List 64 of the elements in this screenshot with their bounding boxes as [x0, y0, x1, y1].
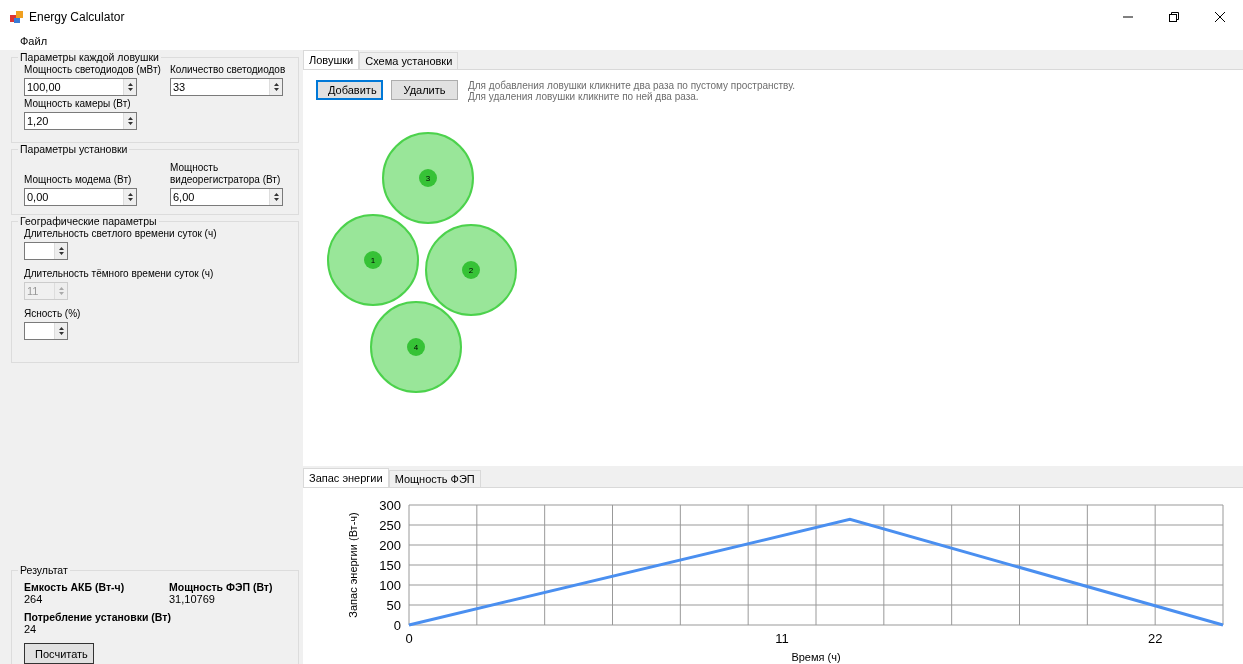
calculate-button[interactable]: Посчитать: [24, 643, 94, 664]
tab[interactable]: Мощность ФЭП: [388, 470, 481, 487]
field-label: Количество светодиодов: [170, 64, 287, 76]
spinner-arrows-icon[interactable]: [123, 113, 136, 129]
y-tick-label: 300: [379, 498, 401, 513]
x-axis-title: Время (ч): [791, 651, 841, 663]
tab[interactable]: Запас энергии: [303, 468, 389, 487]
field-label: Длительность светлого времени суток (ч): [24, 228, 218, 240]
y-tick-label: 0: [393, 618, 401, 633]
field-label: Ясность (%): [24, 308, 82, 320]
tab[interactable]: Ловушки: [303, 50, 360, 69]
field-label: Мощность камеры (Вт): [24, 98, 132, 110]
y-tick-label: 100: [379, 578, 401, 593]
number-field[interactable]: 100,00: [24, 78, 137, 96]
trap-number: 2: [462, 261, 480, 279]
spinner-arrows-icon[interactable]: [54, 243, 67, 259]
y-tick-label: 150: [379, 558, 401, 573]
action-button[interactable]: Удалить: [391, 80, 458, 100]
result-value: 31,10769: [169, 593, 216, 605]
number-field[interactable]: 33: [170, 78, 283, 96]
y-tick-label: 50: [386, 598, 401, 613]
trap-circle[interactable]: 4: [370, 301, 462, 393]
spinner-arrows-icon[interactable]: [123, 189, 136, 205]
trap-circle[interactable]: 3: [382, 132, 474, 224]
number-field[interactable]: [24, 322, 68, 340]
action-button[interactable]: Добавить: [316, 80, 383, 100]
group-title: Параметры каждой ловушки: [18, 51, 161, 63]
spinner-arrows-icon[interactable]: [269, 79, 282, 95]
app-icon: [10, 10, 24, 25]
trap-number: 4: [407, 338, 425, 356]
y-tick-label: 200: [379, 538, 401, 553]
x-tick-label: 11: [775, 631, 789, 646]
trap-number: 1: [364, 251, 382, 269]
trap-circle[interactable]: 1: [327, 214, 419, 306]
number-field[interactable]: 1,20: [24, 112, 137, 130]
y-axis-title: Запас энергии (Вт-ч): [347, 512, 359, 618]
hint-text: Для добавления ловушки кликните два раза по пустому пространству.: [468, 80, 795, 91]
result-label: Потребление установки (Вт): [24, 611, 169, 623]
spinner-arrows-icon[interactable]: [54, 323, 67, 339]
result-label: Мощность ФЭП (Вт): [169, 581, 274, 593]
group-title: Географические параметры: [18, 215, 159, 227]
trap-number: 3: [419, 169, 437, 187]
menu-item[interactable]: Файл: [13, 35, 55, 48]
result-value: 264: [24, 593, 44, 605]
field-label: Мощность видеорегистратора (Вт): [170, 162, 282, 186]
window-title: Energy Calculator: [29, 10, 126, 25]
spinner-arrows-icon[interactable]: [269, 189, 282, 205]
x-tick-label: 0: [405, 631, 413, 646]
number-field[interactable]: [24, 242, 68, 260]
group-title: Параметры установки: [18, 143, 130, 155]
hint-text: Для удаления ловушки кликните по ней два раза.: [468, 91, 700, 102]
number-field[interactable]: 0,00: [24, 188, 137, 206]
x-tick-label: 22: [1147, 631, 1163, 646]
field-label: Мощность модема (Вт): [24, 174, 133, 186]
tab[interactable]: Схема установки: [359, 52, 459, 69]
number-field[interactable]: 6,00: [170, 188, 283, 206]
spinner-arrows-icon[interactable]: [123, 79, 136, 95]
trap-circle[interactable]: 2: [425, 224, 517, 316]
result-label: Емкость АКБ (Вт-ч): [24, 581, 126, 593]
result-value: 24: [24, 623, 38, 635]
field-label: Мощность светодиодов (мВт): [24, 64, 162, 76]
field-label: Длительность тёмного времени суток (ч): [24, 268, 215, 280]
group-title: Результат: [18, 564, 70, 576]
y-tick-label: 250: [379, 518, 401, 533]
